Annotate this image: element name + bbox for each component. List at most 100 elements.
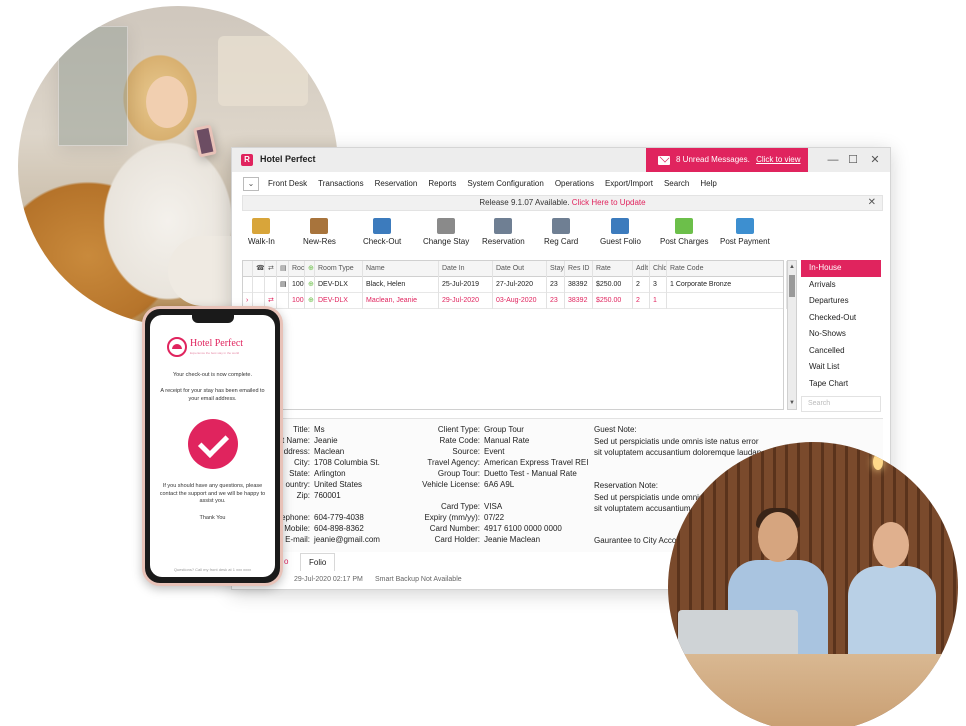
scroll-thumb[interactable] [789, 275, 795, 297]
minimize-button[interactable]: — [824, 152, 842, 168]
booking-field: Travel Agency: American Express Travel RE… [402, 458, 588, 467]
table-cell-res-id: 38392 [565, 277, 593, 293]
guest-grid: ☎⇄▤Room⊕Room TypeNameDate InDate OutStay… [242, 260, 787, 410]
thank-you-text: Thank You [199, 515, 226, 521]
table-cell-date-out: 27-Jul-2020 [493, 277, 547, 293]
toolbar-new-res-button[interactable]: New-Res [303, 218, 336, 246]
grid-column-header[interactable]: Stay [547, 261, 565, 277]
toolbar-reservation-button[interactable]: Reservation [482, 218, 525, 246]
toolbar-label: Walk-In [248, 237, 275, 246]
scroll-up-icon[interactable]: ▲ [788, 262, 796, 272]
grid-column-header[interactable]: Res ID [565, 261, 593, 277]
booking-label: Client Type: [437, 425, 480, 434]
menu-item-reservation[interactable]: Reservation [375, 179, 418, 188]
table-cell-chld: 3 [650, 277, 667, 293]
filter-checked-out[interactable]: Checked-Out [801, 310, 881, 327]
menu-item-operations[interactable]: Operations [555, 179, 594, 188]
toolbar-walk-in-button[interactable]: Walk-In [248, 218, 275, 246]
menu-item-front-desk[interactable]: Front Desk [268, 179, 307, 188]
filter-departures[interactable]: Departures [801, 293, 881, 310]
filter-cancelled[interactable]: Cancelled [801, 343, 881, 360]
tab-folio[interactable]: Folio [300, 553, 336, 571]
title-bar: R Hotel Perfect 8 Unread Messages. Click… [232, 148, 890, 172]
table-cell-c3 [265, 277, 277, 293]
grid-column-header[interactable]: Rate Code [667, 261, 787, 277]
grid-column-header[interactable]: Chld [650, 261, 667, 277]
unread-messages-banner[interactable]: 8 Unread Messages. Click to view [646, 148, 808, 172]
table-cell-adlt: 2 [633, 293, 650, 309]
toolbar-post-payment-button[interactable]: Post Payment [720, 218, 770, 246]
app-title: Hotel Perfect [260, 154, 316, 164]
app-logo-icon: R [241, 154, 253, 166]
table-cell-stay: 23 [547, 277, 565, 293]
table-cell-stay: 23 [547, 293, 565, 309]
update-link[interactable]: Click Here to Update [572, 198, 646, 207]
grid-column-header[interactable]: Adlt [633, 261, 650, 277]
menu-item-system-configuration[interactable]: System Configuration [467, 179, 543, 188]
dismiss-release-button[interactable]: ✕ [868, 196, 876, 210]
menu-item-reports[interactable]: Reports [428, 179, 456, 188]
guarantee-text: Gaurantee to City Accou [594, 536, 681, 545]
grid-column-header[interactable] [243, 261, 253, 277]
booking-field: Client Type: Group Tour [402, 425, 524, 434]
filter-search-input[interactable]: Search [801, 396, 881, 412]
guest-value: 604-898-8362 [314, 524, 364, 533]
menu-item-help[interactable]: Help [700, 179, 716, 188]
filter-arrivals[interactable]: Arrivals [801, 277, 881, 294]
grid-column-header[interactable]: ☎ [253, 261, 265, 277]
menu-bar: ⌄ Front Desk Transactions Reservation Repor… [232, 174, 890, 194]
booking-value: 07/22 [484, 513, 505, 522]
scroll-down-icon[interactable]: ▼ [788, 398, 796, 408]
grid-column-header[interactable]: ▤ [277, 261, 289, 277]
table-row[interactable]: ›⇄1002⊕DEV-DLXMaclean, Jeanie29-Jul-2020… [243, 293, 787, 309]
table-cell-res-id: 38392 [565, 293, 593, 309]
close-button[interactable]: ✕ [866, 152, 884, 168]
grid-header: ☎⇄▤Room⊕Room TypeNameDate InDate OutStay… [243, 261, 787, 277]
booking-label: Card Type: [441, 502, 480, 511]
menu-item-search[interactable]: Search [664, 179, 689, 188]
grid-column-header[interactable]: Name [363, 261, 439, 277]
maximize-button[interactable]: ☐ [844, 152, 862, 168]
marketing-composition: R Hotel Perfect 8 Unread Messages. Click… [0, 0, 966, 726]
booking-value: Duetto Test - Manual Rate [484, 469, 577, 478]
booking-value: Jeanie Maclean [484, 535, 541, 544]
toolbar-label: New-Res [303, 237, 336, 246]
booking-label: Rate Code: [439, 436, 480, 445]
grid-column-header[interactable]: ⊕ [305, 261, 315, 277]
filter-tape-chart[interactable]: Tape Chart [801, 376, 881, 393]
guest-value: Maclean [314, 447, 345, 456]
grid-column-header[interactable]: Rate [593, 261, 633, 277]
booking-label: Travel Agency: [427, 458, 480, 467]
toolbar-reg-card-button[interactable]: Reg Card [544, 218, 578, 246]
toolbar-post-charges-button[interactable]: Post Charges [660, 218, 708, 246]
grid-column-header[interactable]: Room Type [315, 261, 363, 277]
view-messages-link[interactable]: Click to view [756, 155, 800, 164]
booking-value: Group Tour [484, 425, 524, 434]
table-cell-name: Black, Helen [363, 277, 439, 293]
grid-column-header[interactable]: Date In [439, 261, 493, 277]
grid-column-header[interactable]: Date Out [493, 261, 547, 277]
menu-item-transactions[interactable]: Transactions [318, 179, 364, 188]
table-cell-c4: ▤ [277, 277, 289, 293]
grid-column-header[interactable]: Room [289, 261, 305, 277]
new-reservation-icon [310, 218, 329, 234]
post-payment-icon [735, 218, 754, 234]
booking-value: Manual Rate [484, 436, 530, 445]
mobile-phone: Hotel Perfect Experience the best stay i… [142, 306, 283, 586]
filter-in-house[interactable]: In-House [801, 260, 881, 277]
table-cell-rate-code [667, 293, 787, 309]
menu-item-export-import[interactable]: Export/Import [605, 179, 653, 188]
toolbar-guest-folio-button[interactable]: Guest Folio [600, 218, 641, 246]
grid-scrollbar[interactable]: ▲ ▼ [787, 260, 797, 410]
post-charges-icon [675, 218, 694, 234]
change-stay-icon [437, 218, 456, 234]
filter-wait-list[interactable]: Wait List [801, 359, 881, 376]
grid-column-header[interactable]: ⇄ [265, 261, 277, 277]
menu-collapse-button[interactable]: ⌄ [243, 177, 259, 191]
filter-no-shows[interactable]: No-Shows [801, 326, 881, 343]
menu-items: Front Desk Transactions Reservation Reports… [268, 179, 728, 188]
guest-value: 604-779-4038 [314, 513, 364, 522]
toolbar-change-stay-button[interactable]: Change Stay [423, 218, 469, 246]
toolbar-check-out-button[interactable]: Check-Out [363, 218, 401, 246]
table-row[interactable]: ▤1002⊕DEV-DLXBlack, Helen25-Jul-201927-J… [243, 277, 787, 293]
